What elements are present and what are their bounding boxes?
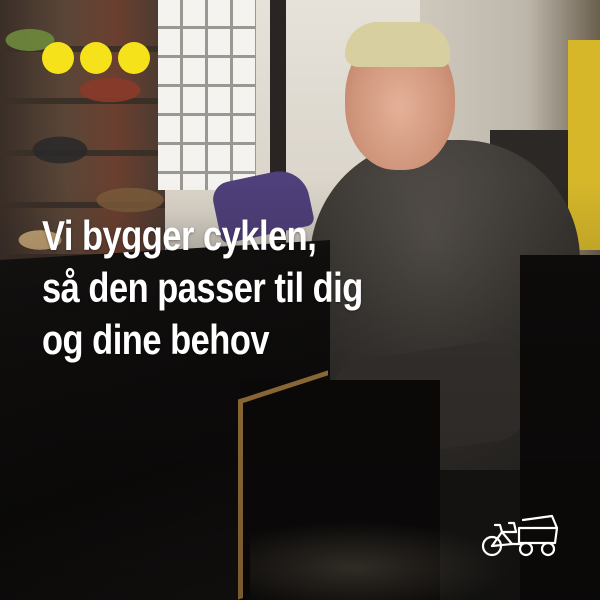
headline-line-3: og dine behov: [42, 316, 270, 363]
cargo-bike-icon: [481, 514, 559, 557]
yellow-dot: [42, 42, 74, 74]
headline-line-1: Vi bygger cyklen,: [42, 212, 317, 259]
headline: Vi bygger cyklen, så den passer til dig …: [42, 210, 427, 366]
yellow-dot: [118, 42, 150, 74]
yellow-dot: [80, 42, 112, 74]
dots-indicator: [42, 42, 150, 74]
social-post: Vi bygger cyklen, så den passer til dig …: [0, 0, 600, 600]
headline-line-2: så den passer til dig: [42, 264, 363, 311]
